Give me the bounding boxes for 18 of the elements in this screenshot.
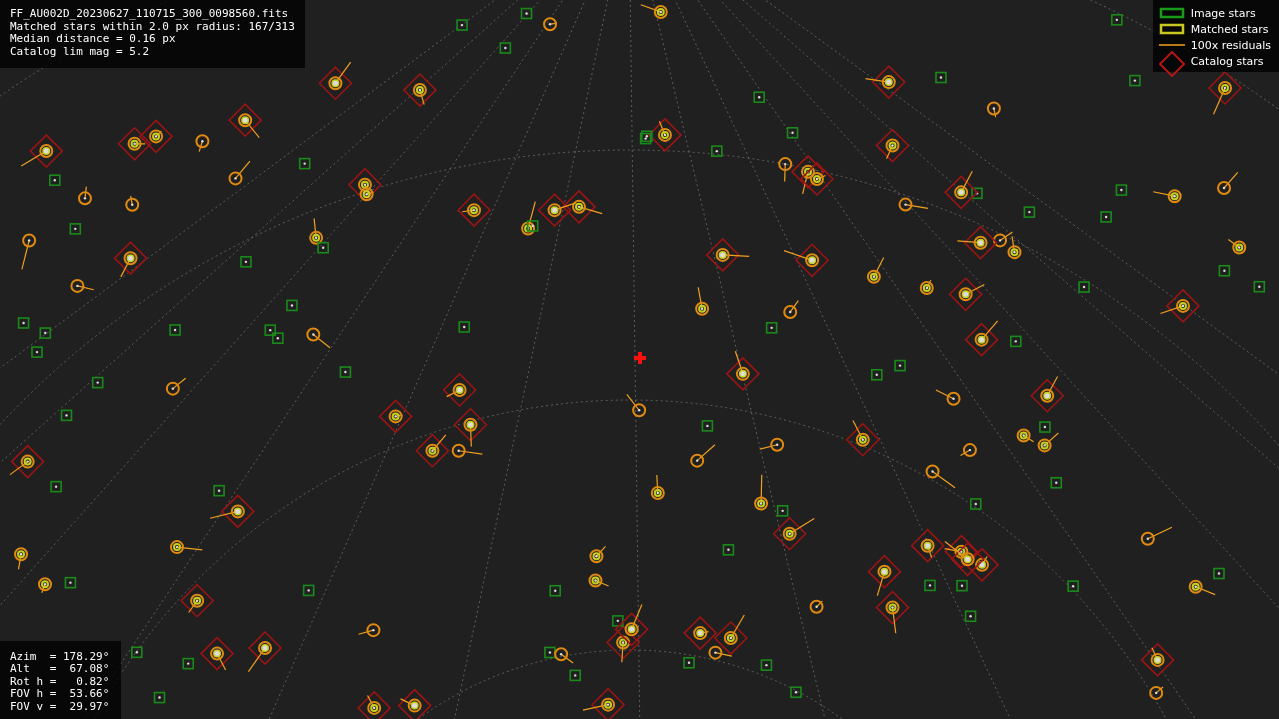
pointing-text: Rot h = 0.82° — [10, 675, 110, 688]
info-text: FF_AU002D_20230627_110715_300_0098560.fits — [10, 8, 290, 21]
pointing-text: Azim = 178.29° — [10, 650, 110, 663]
center-cross-icon — [634, 352, 646, 364]
pointing-text: FOV v = 29.97° — [10, 700, 110, 713]
legend-label: Matched stars — [1190, 22, 1269, 36]
info-text: Catalog lim mag = 5.2 — [10, 45, 151, 58]
pointing-text: FOV h = 53.66° — [10, 688, 110, 701]
legend-label: 100x residuals — [1190, 38, 1271, 52]
square-swatch-icon — [1158, 23, 1185, 35]
legend-label: Image stars — [1190, 6, 1256, 20]
diamond-swatch-icon — [1158, 51, 1185, 77]
line-swatch-icon — [1158, 43, 1185, 47]
square-swatch-icon — [1158, 7, 1185, 19]
info-text: Matched stars within 2.0 px radius: 167/313 — [10, 20, 295, 33]
info-text: Median distance = 0.16 px — [10, 33, 177, 46]
pointing-text: Alt = 67.08° — [10, 663, 110, 676]
legend-label: Catalog stars — [1190, 54, 1264, 68]
